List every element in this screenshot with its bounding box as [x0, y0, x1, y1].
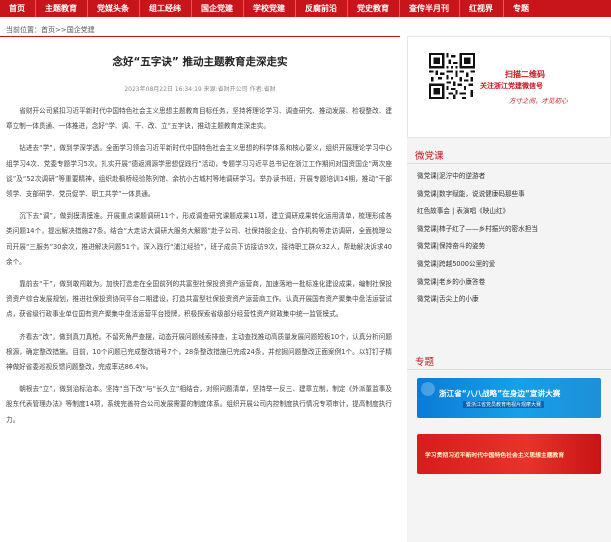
banner-title: 浙江省“八八战略”在身边”宣讲大赛 [439, 389, 561, 398]
nav-item-anti-corruption[interactable]: 反腐前沿 [296, 0, 348, 17]
nav-item-fortnightly[interactable]: 查传半月刊 [400, 0, 460, 17]
list-item[interactable]: 红色故事会 | 表演唱《映山红》 [417, 203, 607, 221]
article-title: 念好“五字诀” 推动主题教育走深走实 [112, 56, 288, 68]
article-paragraph: 钻进去“学”，做到学深学透。全面学习领会习近平新时代中国特色社会主义思想的科学体… [6, 144, 392, 199]
topic-banner-speech-contest[interactable]: 浙江省“八八战略”在身边”宣讲大赛 暨浙江省党员教育电视片观摩大赛 [417, 378, 601, 418]
breadcrumb: 当前位置：首页>>国企党建 [6, 25, 95, 35]
list-item[interactable]: 微党课|泥泞中的逆游者 [417, 168, 607, 186]
banner-title: 学习贯彻习近平新时代中国特色社会主义思想主题教育 [425, 453, 565, 459]
video-list: 微党课|泥泞中的逆游者 微党课|数字赋能，说说健康码那些事 红色故事会 | 表演… [417, 168, 607, 309]
breadcrumb-prefix: 当前位置： [6, 26, 41, 34]
article: 念好“五字诀” 推动主题教育走深走实 2023年08月22日 16:34:19 … [0, 36, 400, 542]
nav-item-home[interactable]: 首页 [0, 0, 36, 17]
article-paragraph: 齐看去“改”，做到真刀真枪。不留死角严查摆，动态开展问题线索排查，主动查找推动高… [6, 332, 392, 372]
breadcrumb-current-link[interactable]: 国企党建 [67, 26, 95, 34]
nav-item-theme-education[interactable]: 主题教育 [36, 0, 88, 17]
nav-item-party-media[interactable]: 党媒头条 [88, 0, 140, 17]
list-item[interactable]: 微党课|数字赋能，说说健康码那些事 [417, 186, 607, 204]
topic-section-heading: 专题 [415, 357, 435, 368]
nav-item-school-party[interactable]: 学校党建 [244, 0, 296, 17]
divider [407, 163, 611, 164]
qr-caption-follow: 关注浙江党建微信号 [480, 82, 543, 90]
qr-code-icon [429, 53, 475, 99]
article-meta: 2023年08月22日 16:34:19 来源:省财开公司 作者:省财 [124, 86, 276, 93]
qr-slogan: 方寸之间，才见初心 [509, 97, 568, 105]
nav-item-topics[interactable]: 专题 [504, 0, 539, 17]
breadcrumb-separator: >> [55, 26, 67, 34]
article-paragraph: 朝根去“立”，做到治标治本。坚持“当下改”与“长久立”相结合，对照问题清单，坚持… [6, 385, 392, 424]
topic-banner-theme-education[interactable]: 学习贯彻习近平新时代中国特色社会主义思想主题教育 [417, 434, 601, 474]
article-body: 省财开公司紧扣习近平新时代中国特色社会主义思想主题教育目标任务，坚持将理论学习、… [6, 104, 392, 435]
list-item[interactable]: 微党课|柿子红了——乡村振兴的密水担当 [417, 221, 607, 239]
article-paragraph: 靠前去“干”，做到敢闯敢为。加快打造走在全国前列的共富型社保投资资产运营商，加速… [6, 280, 392, 319]
list-item[interactable]: 微党课|老乡的小康答卷 [417, 274, 607, 292]
divider [407, 369, 611, 370]
list-item[interactable]: 微党课|舌尖上的小康 [417, 291, 607, 309]
list-item[interactable]: 微党课|保持奋斗的姿势 [417, 238, 607, 256]
nav-item-soe-party[interactable]: 国企党建 [192, 0, 244, 17]
article-paragraph: 省财开公司紧扣习近平新时代中国特色社会主义思想主题教育目标任务，坚持将理论学习、… [6, 107, 392, 131]
video-section-heading: 微党课 [415, 151, 444, 162]
nav-item-organization[interactable]: 组工经纬 [140, 0, 192, 17]
article-paragraph: 沉下去“调”，做到摸清摸准。开展重点课题调研11个，形成调查研究课题成果11项，… [6, 212, 392, 266]
nav-item-red-vision[interactable]: 红视界 [460, 0, 504, 17]
badge-icon [421, 382, 435, 396]
nav-item-party-history[interactable]: 党史教育 [348, 0, 400, 17]
qr-caption-scan: 扫描二维码 [505, 70, 545, 79]
banner-subtitle: 暨浙江省党员教育电视片观摩大赛 [463, 401, 545, 408]
top-nav: 首页 主题教育 党媒头条 组工经纬 国企党建 学校党建 反腐前沿 党史教育 查传… [0, 0, 611, 17]
qr-panel: 扫描二维码 关注浙江党建微信号 方寸之间，才见初心 [407, 36, 611, 138]
list-item[interactable]: 微党课|跨越5000公里的爱 [417, 256, 607, 274]
breadcrumb-home-link[interactable]: 首页 [41, 26, 55, 34]
sidebar: 扫描二维码 关注浙江党建微信号 方寸之间，才见初心 微党课 微党课|泥泞中的逆游… [407, 36, 611, 542]
